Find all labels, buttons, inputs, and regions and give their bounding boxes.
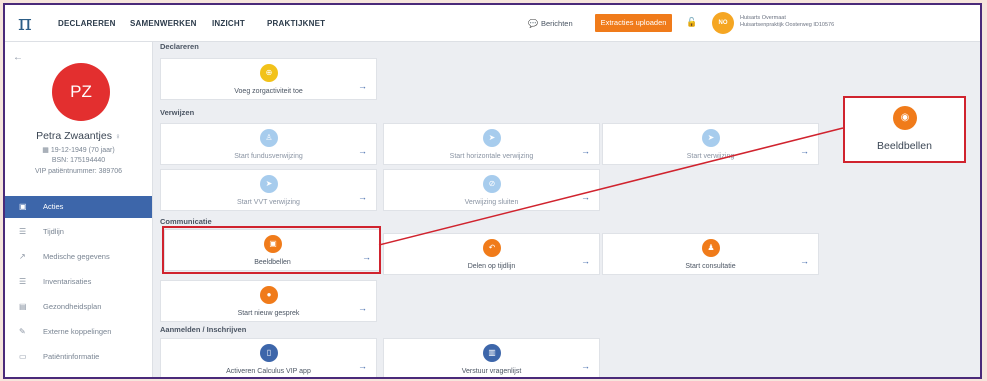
app-window: π DECLAREREN SAMENWERKEN INZICHT PRAKTIJ… xyxy=(3,3,982,379)
callout-connector-line xyxy=(378,127,844,246)
callout-beeldbellen: ◉ Beeldbellen xyxy=(843,96,966,163)
video-call-icon: ◉ xyxy=(893,106,917,130)
callout-label: Beeldbellen xyxy=(877,140,932,152)
